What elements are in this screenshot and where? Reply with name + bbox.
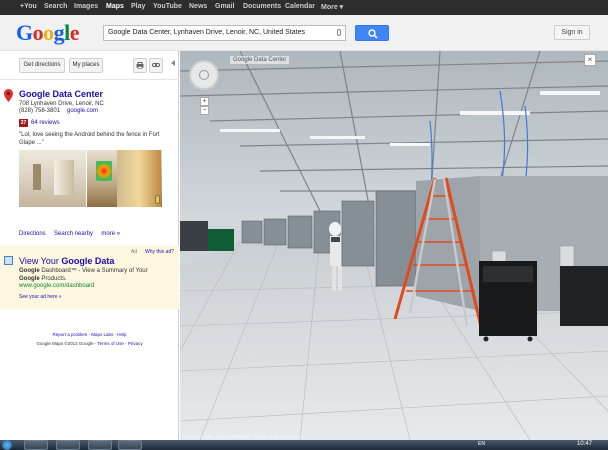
maps-labs-link[interactable]: Maps Labs — [91, 332, 113, 337]
street-view-location-label: Google Data Center — [230, 56, 290, 64]
search-input[interactable]: Google Data Center, Lynhaven Drive, Leno… — [103, 25, 346, 41]
place-actions: Directions Search nearby more » — [19, 231, 120, 237]
ad-info-icon — [4, 256, 13, 265]
nav-link-calendar[interactable]: Calendar — [285, 3, 315, 10]
search-nearby-link[interactable]: Search nearby — [54, 231, 93, 237]
ad-title-link[interactable]: View Your Google Data — [19, 256, 114, 266]
print-button[interactable] — [133, 58, 147, 73]
zagat-score-badge: 27 — [19, 119, 28, 127]
privacy-link[interactable]: Privacy — [128, 341, 143, 346]
system-clock[interactable]: 10:47 — [577, 441, 592, 447]
print-icon — [136, 62, 144, 69]
help-link[interactable]: Help — [117, 332, 126, 337]
data-center-scene — [180, 51, 608, 440]
place-name-link[interactable]: Google Data Center — [19, 89, 103, 99]
taskbar-item-explorer[interactable] — [24, 440, 48, 450]
nav-link-maps[interactable]: Maps — [106, 3, 124, 10]
search-button[interactable] — [355, 25, 389, 41]
place-photos-strip[interactable] — [19, 150, 162, 207]
ad-label: Ad — [131, 249, 138, 255]
why-this-ad-link[interactable]: Why this ad? — [145, 249, 174, 255]
search-query-text: Google Data Center, Lynhaven Drive, Leno… — [108, 29, 306, 36]
taskbar-item-app-2[interactable] — [118, 440, 142, 450]
ad-box: Ad Why this ad? View Your Google Data Go… — [0, 245, 179, 309]
compass-icon — [199, 70, 209, 80]
street-view-panorama[interactable]: + − Google Data Center × © 2012 Google ·… — [180, 51, 608, 440]
nav-link-documents[interactable]: Documents — [243, 3, 281, 10]
google-top-bar: +You Search Images Maps Play YouTube New… — [0, 0, 608, 15]
zoom-out-button[interactable]: − — [200, 106, 209, 115]
google-logo[interactable]: Google — [16, 20, 80, 46]
see-your-ad-link[interactable]: See your ad here » — [19, 294, 62, 300]
street-view-navigation-control[interactable] — [189, 60, 219, 90]
report-problem-link[interactable]: Report a problem — [52, 332, 87, 337]
nav-link-play[interactable]: Play — [131, 3, 145, 10]
sign-in-button[interactable]: Sign in — [554, 25, 590, 40]
collapse-panel-icon[interactable] — [171, 60, 175, 66]
zoom-in-button[interactable]: + — [200, 97, 209, 106]
place-website-link[interactable]: google.com — [67, 108, 98, 114]
place-photo-hallway[interactable] — [19, 150, 86, 207]
reviews-link[interactable]: 64 reviews — [31, 120, 60, 126]
link-icon — [152, 63, 160, 67]
taskbar-item-chrome[interactable] — [56, 440, 80, 450]
ad-description: Google Dashboard™ - View a Summary of Yo… — [19, 268, 148, 282]
get-directions-button[interactable]: Get directions — [19, 58, 65, 73]
review-snippet: "Lol, love seeing the Android behind the… — [19, 132, 160, 146]
map-pin-icon — [4, 89, 13, 102]
footer-links: Report a problem - Maps Labs - Help — [52, 332, 127, 337]
pegman-icon[interactable] — [155, 195, 160, 204]
windows-taskbar: EN 10:47 — [0, 440, 608, 450]
nav-link-you[interactable]: +You — [20, 3, 37, 10]
link-button[interactable] — [149, 58, 163, 73]
nav-link-more[interactable]: More ▾ — [321, 3, 343, 11]
ad-url: www.google.com/dashboard — [19, 283, 95, 289]
nav-link-gmail[interactable]: Gmail — [215, 3, 234, 10]
start-button[interactable] — [2, 440, 12, 450]
more-link[interactable]: more » — [101, 231, 120, 237]
terms-link[interactable]: Terms of Use — [97, 341, 124, 346]
street-view-copyright: © 2012 Google · Report a problem · Image… — [182, 434, 302, 439]
close-street-view-button[interactable]: × — [584, 54, 596, 66]
language-indicator[interactable]: EN — [478, 441, 485, 447]
maps-header: Google Google Data Center, Lynhaven Driv… — [0, 15, 608, 51]
place-phone: (828) 758-3801 — [19, 108, 61, 114]
footer-copyright: Google Maps ©2012 Google - Terms of Use … — [36, 341, 143, 346]
nav-link-news[interactable]: News — [189, 3, 207, 10]
nav-link-images[interactable]: Images — [74, 3, 98, 10]
search-icon — [368, 29, 378, 39]
left-panel: Get directions My places Google Data Cen… — [0, 51, 179, 440]
place-photo-mural[interactable] — [87, 150, 162, 207]
taskbar-item-app[interactable] — [88, 440, 112, 450]
nav-link-search[interactable]: Search — [44, 3, 67, 10]
divider — [0, 79, 179, 80]
microphone-icon[interactable] — [337, 29, 341, 36]
my-places-button[interactable]: My places — [69, 58, 103, 73]
directions-link[interactable]: Directions — [19, 231, 46, 237]
nav-link-youtube[interactable]: YouTube — [153, 3, 182, 10]
place-address: 708 Lynhaven Drive, Lenoir, NC — [19, 101, 104, 107]
